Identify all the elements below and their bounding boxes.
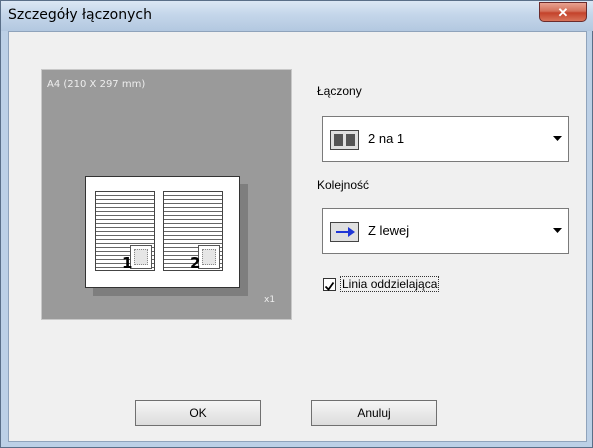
separator-checkbox[interactable]: [323, 278, 336, 291]
preview-page-2: 2: [163, 191, 223, 272]
two-pages-icon: [330, 130, 359, 150]
combine-value: 2 na 1: [368, 131, 405, 146]
cancel-button[interactable]: Anuluj: [311, 400, 437, 426]
order-label: Kolejność: [317, 178, 370, 192]
page-stamp: [130, 245, 152, 269]
page-stamp: [198, 245, 220, 269]
paper-size-label: A4 (210 X 297 mm): [47, 79, 146, 90]
chevron-down-icon: [553, 228, 562, 233]
dialog-window: Szczegóły łączonych ✕ A4 (210 X 297 mm) …: [0, 0, 593, 448]
close-icon: ✕: [557, 5, 569, 20]
order-dropdown-button[interactable]: [548, 209, 568, 253]
page-number-1: 1: [122, 254, 133, 272]
copies-label: x1: [264, 295, 276, 305]
combine-select[interactable]: 2 na 1: [322, 116, 569, 162]
preview-sheet: 1 2: [85, 176, 240, 288]
order-value: Z lewej: [368, 223, 410, 238]
window-title: Szczegóły łączonych: [8, 7, 152, 23]
order-select[interactable]: Z lewej: [322, 208, 569, 254]
preview-page-1: 1: [95, 191, 155, 272]
combine-dropdown-button[interactable]: [548, 117, 568, 161]
combine-label: Łączony: [317, 84, 362, 98]
arrow-right-icon: [330, 222, 359, 242]
checkmark-icon: [324, 281, 335, 291]
chevron-down-icon: [553, 136, 562, 141]
page-number-2: 2: [190, 254, 201, 272]
ok-button[interactable]: OK: [135, 400, 261, 426]
layout-preview: A4 (210 X 297 mm) 1 2 x1: [41, 69, 292, 320]
title-bar[interactable]: Szczegóły łączonych ✕: [1, 1, 593, 31]
separator-label[interactable]: Linia oddzielająca: [340, 276, 440, 292]
close-button[interactable]: ✕: [539, 2, 587, 22]
dialog-content: A4 (210 X 297 mm) 1 2 x1 Łączony 2 na 1 …: [8, 31, 587, 442]
